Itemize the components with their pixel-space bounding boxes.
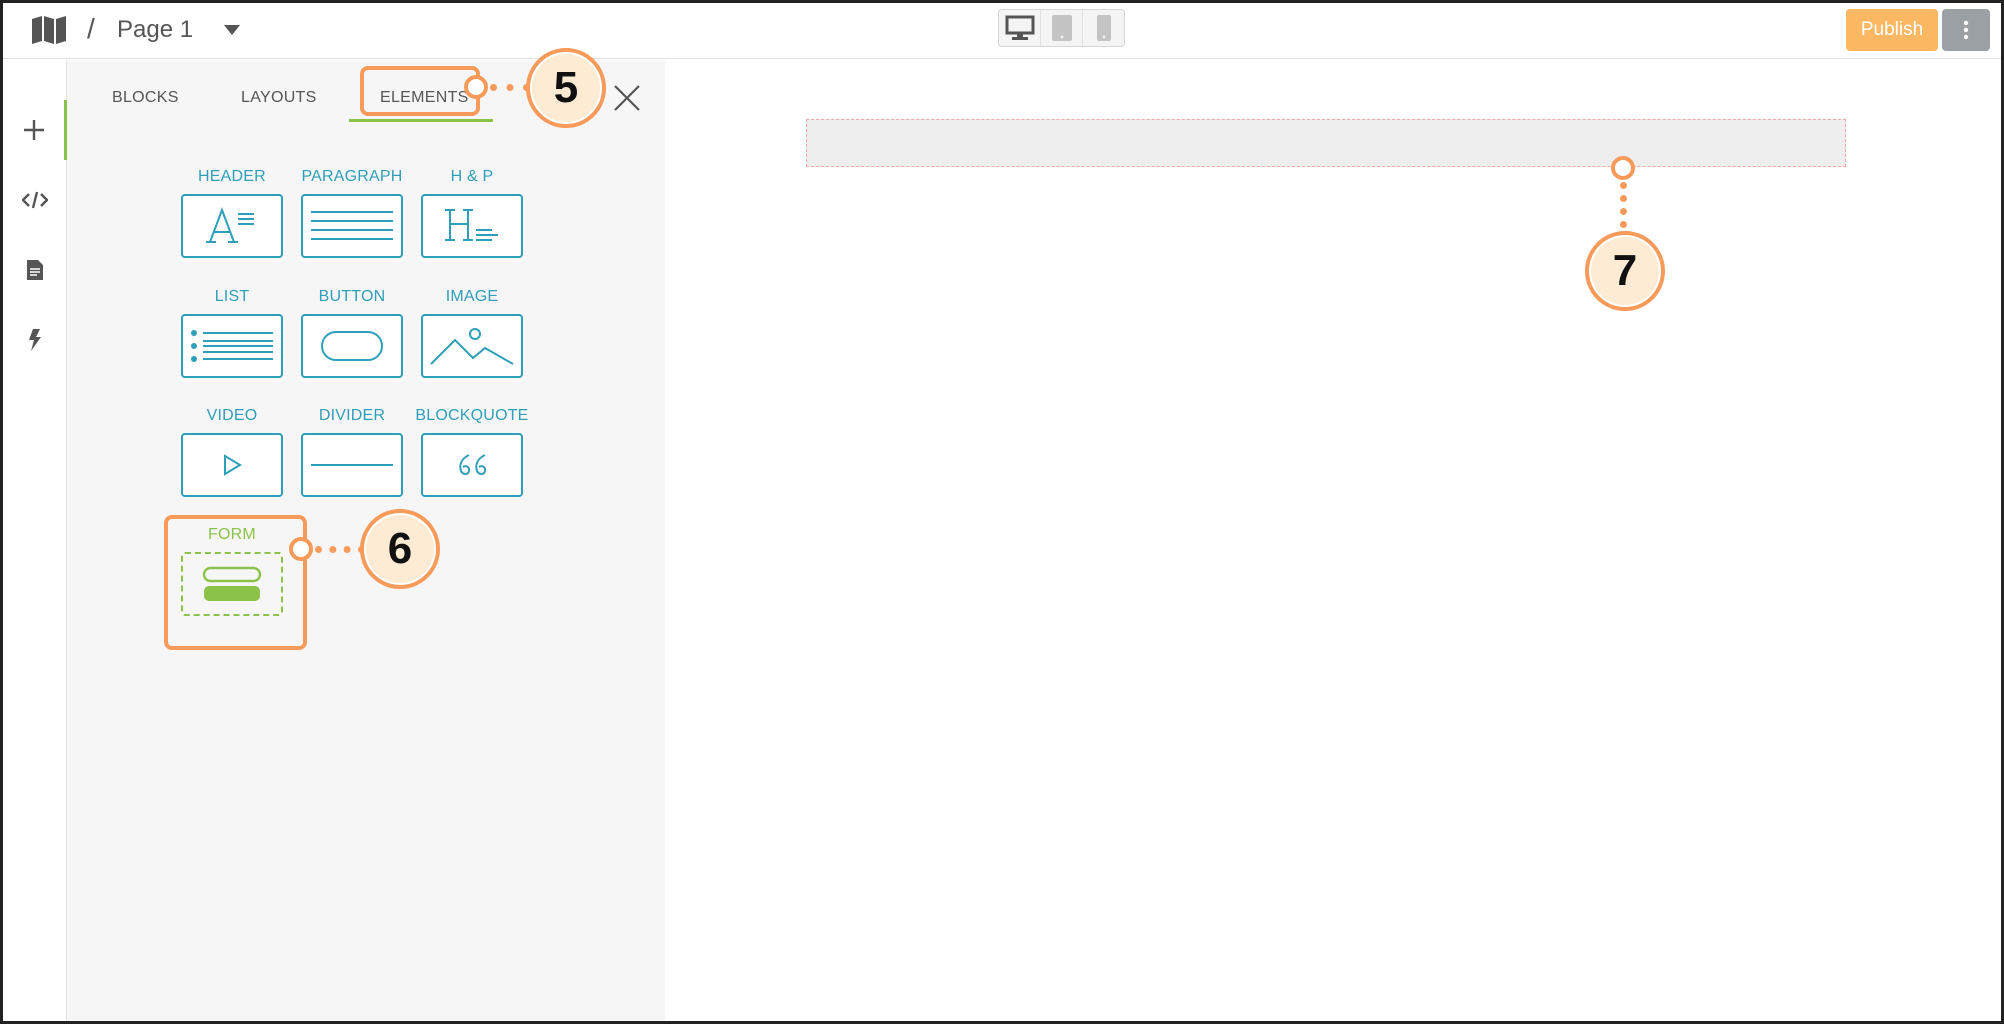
quote-icon [459,454,487,475]
element-label: PARAGRAPH [301,168,403,185]
callout-anchor-dot [289,537,313,561]
play-icon [224,454,242,476]
element-blockquote[interactable]: BLOCKQUOTE [412,407,532,497]
device-switcher [998,9,1125,47]
element-tile[interactable] [181,314,283,378]
callout-connector [315,546,365,553]
callout-badge-6: 6 [360,509,440,589]
tablet-icon [1051,15,1072,41]
tab-blocks[interactable]: BLOCKS [112,89,179,107]
top-bar: / Page 1 Publish [3,3,2001,59]
element-list[interactable]: LIST [172,288,292,378]
divider-icon [311,464,393,466]
element-label: BUTTON [318,288,386,305]
button-shape-icon [321,331,383,361]
plus-icon [23,120,44,140]
callout-highlight-tab [360,66,480,116]
element-label: DIVIDER [318,407,386,424]
active-tab-indicator [349,119,493,122]
rail-add-button[interactable] [3,100,67,160]
breadcrumb-separator: / [87,13,95,44]
element-paragraph[interactable]: PARAGRAPH [292,168,412,258]
callout-anchor-dot [464,75,488,99]
rail-pages-button[interactable] [3,240,67,300]
canvas-drop-zone[interactable] [806,119,1846,167]
element-button[interactable]: BUTTON [292,288,412,378]
element-tile[interactable] [181,194,283,258]
paragraph-icon [311,211,393,240]
document-icon [27,260,43,280]
element-tile[interactable] [301,314,403,378]
element-tile[interactable] [181,433,283,497]
chevron-down-icon[interactable] [223,23,241,37]
element-tile[interactable] [421,194,523,258]
publish-button[interactable]: Publish [1846,9,1938,51]
element-label: LIST [214,288,250,305]
element-label: H & P [450,168,494,185]
element-label: VIDEO [206,407,258,424]
app-frame: / Page 1 Publish BLOCKS LAYOUTS ELEMENTS… [0,0,2004,1024]
close-icon[interactable] [611,82,643,114]
callout-connector [490,84,530,91]
heading-paragraph-icon [445,209,498,241]
mobile-view-button[interactable] [1082,10,1124,46]
element-image[interactable]: IMAGE [412,288,532,378]
callout-connector [1620,182,1627,228]
element-tile[interactable] [301,433,403,497]
element-header[interactable]: HEADER [172,168,292,258]
callout-badge-5: 5 [526,48,606,128]
lightning-icon [29,329,41,351]
callout-anchor-dot [1611,156,1635,180]
map-logo-icon[interactable] [31,15,67,45]
kebab-menu-icon [1963,20,1969,40]
element-heading-paragraph[interactable]: H & P [412,168,532,258]
page-title[interactable]: Page 1 [117,16,193,44]
tab-layouts[interactable]: LAYOUTS [241,89,317,107]
element-tile[interactable] [421,433,523,497]
callout-highlight-form [164,515,307,650]
element-label: BLOCKQUOTE [415,407,529,424]
element-tile[interactable] [421,314,523,378]
element-label: IMAGE [445,288,499,305]
element-divider[interactable]: DIVIDER [292,407,412,497]
desktop-icon [1005,15,1034,40]
callout-badge-7: 7 [1585,231,1665,311]
more-options-button[interactable] [1942,9,1990,51]
header-icon [206,207,254,243]
element-label: HEADER [198,168,266,185]
tablet-view-button[interactable] [1040,10,1082,46]
image-icon [430,328,514,365]
list-icon [191,330,273,362]
code-icon [22,191,48,209]
mobile-icon [1096,15,1111,41]
rail-code-button[interactable] [3,170,67,230]
left-rail [3,60,67,1021]
element-video[interactable]: VIDEO [172,407,292,497]
rail-actions-button[interactable] [3,310,67,370]
desktop-view-button[interactable] [999,10,1040,46]
element-tile[interactable] [301,194,403,258]
